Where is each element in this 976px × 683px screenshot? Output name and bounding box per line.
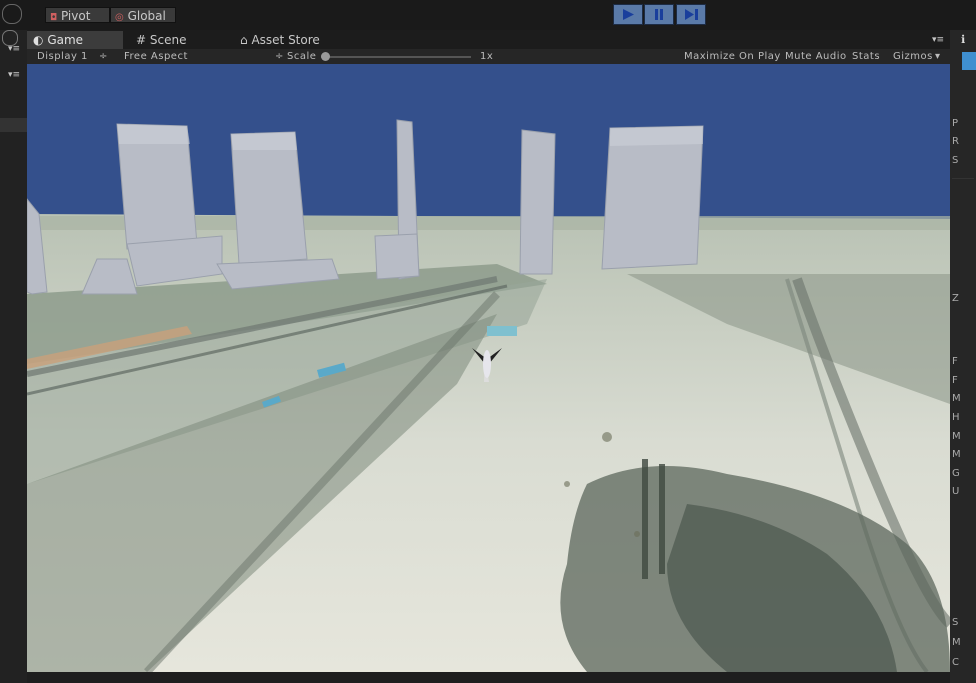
stats-toggle[interactable]: Stats: [852, 49, 880, 64]
mute-audio-toggle[interactable]: Mute Audio: [785, 49, 847, 64]
maximize-on-play-toggle[interactable]: Maximize On Play: [684, 49, 781, 64]
gizmos-toggle[interactable]: Gizmos: [893, 49, 933, 64]
play-button[interactable]: [613, 4, 643, 25]
play-icon: [623, 9, 634, 20]
inspector-field: M: [952, 449, 961, 460]
display-select[interactable]: Display 1: [37, 49, 88, 64]
tab-menu-icon[interactable]: ▾≡: [932, 35, 944, 45]
global-label: Global: [127, 9, 166, 23]
main-toolbar: ◘ Pivot ◎ Global: [0, 0, 976, 30]
inspector-field: P: [952, 118, 959, 129]
gizmo-rotate-icon[interactable]: [2, 4, 22, 24]
globe-icon: ◎: [115, 12, 124, 23]
display-dropdown-icon: ÷: [99, 51, 108, 62]
inspector-field: M: [952, 431, 961, 442]
inspector-panel: ℹ P R S Z F F M H M M G U S M C: [950, 30, 976, 683]
inspector-field: C: [952, 657, 959, 668]
inspector-field: G: [952, 468, 960, 479]
inspector-field: S: [952, 155, 959, 166]
inspector-field: F: [952, 356, 958, 367]
step-icon: [685, 9, 698, 20]
tab-game[interactable]: ◐ Game: [27, 31, 123, 49]
tab-game-label: Game: [47, 33, 84, 47]
inspector-field: H: [952, 412, 960, 423]
tab-scene[interactable]: # Scene: [130, 31, 226, 49]
inspector-field: M: [952, 393, 961, 404]
game-icon: ◐: [33, 33, 44, 47]
global-toggle-button[interactable]: ◎ Global: [110, 7, 176, 23]
inspector-field: F: [952, 375, 958, 386]
panel-menu-icon[interactable]: ▾≡: [8, 44, 20, 54]
scene-grid-icon: #: [136, 33, 147, 47]
scale-slider-track[interactable]: [321, 56, 471, 58]
pause-button[interactable]: [644, 4, 674, 25]
inspector-field: M: [952, 637, 961, 648]
tab-asset-store-label: Asset Store: [251, 33, 320, 47]
game-viewport[interactable]: [27, 64, 950, 672]
gizmos-dropdown-icon[interactable]: ▾: [935, 49, 941, 64]
game-render: [27, 64, 950, 672]
tab-scene-label: Scene: [149, 33, 187, 47]
store-icon: ⌂: [240, 33, 248, 47]
hierarchy-row[interactable]: [0, 118, 27, 132]
panel-menu-icon-2[interactable]: ▾≡: [8, 70, 20, 80]
scale-label: Scale: [287, 51, 317, 62]
info-icon[interactable]: ℹ: [961, 33, 965, 46]
game-view-toolbar: Display 1 ÷ Free Aspect ÷ Scale 1x Maxim…: [27, 49, 950, 65]
tab-asset-store[interactable]: ⌂ Asset Store: [234, 31, 344, 49]
inspector-field: S: [952, 617, 959, 628]
aspect-dropdown-icon: ÷: [275, 51, 284, 62]
pivot-label: Pivot: [60, 9, 91, 23]
component-list[interactable]: [952, 178, 974, 269]
aspect-select[interactable]: Free Aspect: [124, 49, 188, 64]
inspector-field: R: [952, 136, 959, 147]
tab-bar: ◐ Game # Scene ⌂ Asset Store ▾≡: [27, 30, 950, 49]
scale-slider-thumb[interactable]: [321, 52, 330, 61]
cube-icon: [962, 52, 976, 70]
inspector-field: Z: [952, 293, 959, 304]
pivot-icon: ◘: [50, 13, 58, 23]
pause-icon: [655, 9, 663, 20]
pivot-toggle-button[interactable]: ◘ Pivot: [45, 7, 110, 23]
step-button[interactable]: [676, 4, 706, 25]
inspector-field: U: [952, 486, 960, 497]
left-panel: ▾≡ ▾≡: [0, 30, 27, 683]
scale-value: 1x: [480, 51, 494, 62]
